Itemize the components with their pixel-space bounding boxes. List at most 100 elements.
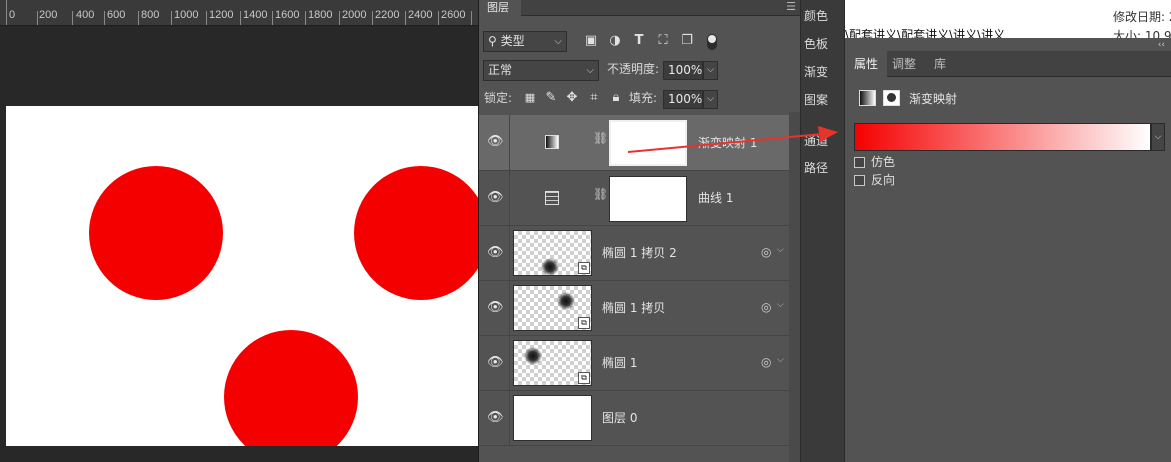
dither-checkbox[interactable]	[854, 157, 865, 168]
background-explorer-window: \配套讲义\配套讲义\讲义\讲义 修改日期: 2 大小: 10.9	[845, 0, 1171, 38]
link-icon[interactable]: ⛓︎	[593, 131, 608, 145]
lock-transparent-icon[interactable]: ▦	[522, 90, 538, 106]
layer-effects-icon[interactable]: ◎	[761, 245, 771, 259]
reverse-label: 反向	[871, 173, 896, 187]
chevron-down-icon[interactable]: ⌵	[777, 245, 784, 255]
document-canvas[interactable]	[6, 106, 478, 446]
chevron-down-icon: ⌵	[586, 65, 594, 76]
opacity-dropdown-button[interactable]: ⌵	[703, 61, 718, 80]
gradient-preview-bar[interactable]	[854, 123, 1151, 151]
type-filter-icon[interactable]: T	[631, 33, 647, 49]
dock-item-patterns[interactable]: 图案	[804, 91, 828, 108]
layer-thumbnail[interactable]	[513, 395, 592, 441]
ruler-label: 2200	[375, 9, 400, 21]
opacity-label: 不透明度:	[607, 62, 660, 76]
properties-tabbar: 属性 调整 库	[845, 51, 1171, 77]
visibility-eye-icon[interactable]: 👁︎	[487, 135, 504, 149]
dock-item-channels[interactable]: 通道	[804, 132, 828, 149]
mask-icon[interactable]	[883, 90, 900, 106]
dock-item-swatches[interactable]: 色板	[804, 35, 828, 52]
horizontal-ruler[interactable]: 0 200 400 600 800 1000 1200 1400 1600 18…	[0, 0, 478, 26]
chevron-down-icon[interactable]: ⌵	[777, 300, 784, 310]
layer-thumbnail[interactable]: ⧉	[513, 230, 592, 276]
layer-thumbnail[interactable]: ⧉	[513, 340, 592, 386]
ruler-label: 800	[141, 9, 160, 21]
layer-name[interactable]: 曲线 1	[698, 190, 733, 206]
filter-kind-label: 类型	[500, 34, 525, 48]
lock-artboard-icon[interactable]: ⌗	[586, 90, 602, 106]
layer-row[interactable]: 👁︎ ⛓︎ 渐变映射 1	[479, 115, 789, 171]
lock-all-icon[interactable]: 🔒︎	[608, 90, 624, 106]
dock-item-color[interactable]: 颜色	[804, 7, 828, 24]
panel-menu-icon[interactable]: ☰	[786, 0, 796, 14]
tab-layers[interactable]: 图层	[479, 0, 521, 16]
search-icon: ⚲	[488, 34, 497, 48]
layer-row[interactable]: 👁︎ ⧉ 椭圆 1 ◎ ⌵	[479, 336, 789, 391]
fill-label: 填充:	[629, 91, 658, 105]
ruler-label: 1200	[209, 9, 234, 21]
filter-kind-select[interactable]: ⚲ 类型 ⌵	[483, 31, 567, 52]
visibility-eye-icon[interactable]: 👁︎	[487, 301, 504, 315]
side-dock: 颜色 色板 渐变 图案 通道 路径	[800, 0, 844, 462]
fill-input[interactable]: 100%	[663, 90, 703, 109]
smart-object-badge-icon: ⧉	[578, 372, 590, 384]
chevron-down-icon[interactable]: ⌵	[777, 355, 784, 365]
opacity-input[interactable]: 100%	[663, 61, 703, 80]
filter-toggle-switch[interactable]	[707, 34, 717, 50]
red-circle	[89, 166, 223, 300]
ruler-label: 1400	[243, 9, 268, 21]
ruler-label: 600	[107, 9, 126, 21]
lock-position-icon[interactable]: ✥	[564, 90, 580, 106]
layers-panel-tabbar: 图层 ☰	[479, 0, 800, 16]
visibility-eye-icon[interactable]: 👁︎	[487, 411, 504, 425]
layer-row[interactable]: 👁︎ ⛓︎ 曲线 1	[479, 171, 789, 226]
layer-row[interactable]: 👁︎ 图层 0	[479, 391, 789, 446]
gradient-picker-dropdown[interactable]: ⌵	[1151, 123, 1165, 151]
reverse-checkbox[interactable]	[854, 175, 865, 186]
ruler-label: 1600	[275, 9, 300, 21]
tab-adjustments[interactable]: 调整	[883, 51, 925, 77]
explorer-modified-date: 修改日期: 2	[1113, 10, 1171, 24]
layers-list: 👁︎ ⛓︎ 渐变映射 1 👁︎ ⛓︎ 曲线 1 👁︎ ⧉ 椭圆 1 拷贝 2 ◎…	[479, 112, 801, 462]
shape-filter-icon[interactable]: ⛶	[655, 33, 671, 49]
layer-name[interactable]: 椭圆 1 拷贝 2	[602, 245, 677, 261]
ruler-label: 1800	[308, 9, 333, 21]
visibility-eye-icon[interactable]: 👁︎	[487, 356, 504, 370]
gradient-map-icon[interactable]	[859, 90, 876, 106]
layer-mask-thumbnail[interactable]	[609, 176, 687, 222]
lock-image-icon[interactable]: ✎	[543, 90, 559, 106]
visibility-eye-icon[interactable]: 👁︎	[487, 191, 504, 205]
dock-item-gradients[interactable]: 渐变	[804, 63, 828, 80]
smart-object-filter-icon[interactable]: ❐	[679, 33, 695, 49]
layer-name[interactable]: 椭圆 1 拷贝	[602, 300, 665, 316]
fill-dropdown-button[interactable]: ⌵	[703, 90, 718, 109]
layer-row[interactable]: 👁︎ ⧉ 椭圆 1 拷贝 2 ◎ ⌵	[479, 226, 789, 281]
curves-icon	[545, 191, 559, 205]
gradient-map-icon	[545, 135, 559, 149]
layer-effects-icon[interactable]: ◎	[761, 355, 771, 369]
visibility-eye-icon[interactable]: 👁︎	[487, 246, 504, 260]
pixel-filter-icon[interactable]: ▣	[583, 33, 599, 49]
dock-item-paths[interactable]: 路径	[804, 159, 828, 176]
blend-mode-select[interactable]: 正常 ⌵	[483, 60, 599, 81]
canvas-workspace[interactable]	[0, 26, 478, 462]
layer-filter-row: ⚲ 类型 ⌵ ▣ ◑ T ⛶ ❐	[479, 28, 801, 56]
tab-properties[interactable]: 属性	[845, 51, 888, 77]
ruler-label: 0	[9, 9, 16, 21]
layer-name[interactable]: 渐变映射 1	[698, 135, 757, 151]
layer-effects-icon[interactable]: ◎	[761, 300, 771, 314]
tab-libraries[interactable]: 库	[925, 51, 955, 77]
dither-label: 仿色	[871, 155, 896, 169]
layer-name[interactable]: 椭圆 1	[602, 355, 637, 371]
adjustment-filter-icon[interactable]: ◑	[607, 33, 623, 49]
layer-row[interactable]: 👁︎ ⧉ 椭圆 1 拷贝 ◎ ⌵	[479, 281, 789, 336]
layer-mask-thumbnail[interactable]	[609, 120, 687, 166]
ruler-label: 400	[76, 9, 95, 21]
red-circle	[224, 330, 358, 446]
blend-mode-value: 正常	[488, 63, 513, 77]
ruler-label: 2400	[408, 9, 433, 21]
layer-thumbnail[interactable]: ⧉	[513, 285, 592, 331]
link-icon[interactable]: ⛓︎	[593, 187, 608, 201]
collapse-panel-icon[interactable]: ‹‹	[1158, 40, 1165, 50]
layer-name[interactable]: 图层 0	[602, 410, 637, 426]
